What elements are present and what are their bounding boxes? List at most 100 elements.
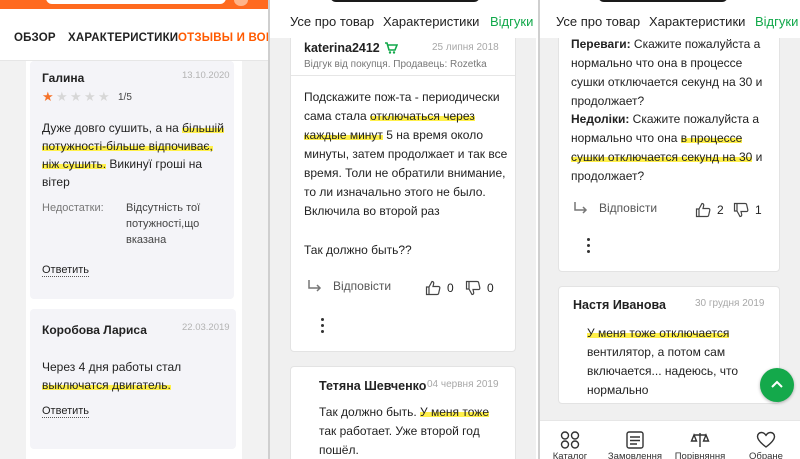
like-button[interactable]: 2: [695, 202, 724, 218]
scroll-to-top-button[interactable]: [760, 368, 794, 402]
orange-header: [0, 0, 268, 9]
nav-label: Порівняння: [674, 451, 726, 459]
left-screenshot-panel: ОБЗОР ХАРАКТЕРИСТИКИ ОТЗЫВЫ И ВОПРОСЫ Га…: [0, 0, 268, 459]
answer-link[interactable]: Ответить: [42, 405, 90, 418]
star-icon: ★: [42, 89, 54, 104]
tab-characteristics[interactable]: Характеристики: [649, 14, 745, 29]
review-source: Відгук від покупця. Продавець: Rozetka: [304, 59, 487, 70]
pros-label: Переваги:: [571, 37, 631, 51]
highlighted-text: У меня тоже: [420, 405, 489, 419]
star-icon: ★: [84, 89, 96, 104]
review-text: Дуже довго сушить, а на більшій потужнос…: [42, 119, 228, 191]
middle-screenshot-panel: katerina2412 25 липня 2018 Відгук від по…: [268, 0, 536, 459]
nav-catalog[interactable]: Каталог: [540, 421, 600, 459]
star-icon: ★: [98, 89, 110, 104]
right-screenshot-panel: Переваги: Скажите пожалуйста а нормально…: [538, 0, 800, 459]
like-button[interactable]: 0: [425, 280, 454, 296]
review-card: katerina2412 25 липня 2018 Відгук від по…: [290, 26, 516, 352]
highlighted-text: У меня тоже отключается: [587, 326, 730, 340]
reply-label: Відповісти: [599, 201, 658, 215]
chevron-up-icon: [771, 380, 783, 388]
reply-button[interactable]: Відповісти: [573, 201, 657, 215]
product-tabs: ОБЗОР ХАРАКТЕРИСТИКИ ОТЗЫВЫ И ВОПРОСЫ: [0, 9, 268, 61]
reply-text-part: Так должно быть.: [319, 405, 421, 419]
status-bar-notch: [330, 0, 480, 2]
nav-compare[interactable]: Порівняння: [670, 421, 730, 459]
reviewer-name: Галина: [42, 71, 85, 85]
reviews-list: Галина 13.10.2020 ★ ★ ★ ★ ★ 1/5 Дуже дов…: [26, 61, 242, 459]
dislike-count: 1: [755, 203, 762, 217]
nav-orders[interactable]: Замовлення: [605, 421, 665, 459]
more-vertical-icon[interactable]: [587, 238, 591, 256]
reply-card: Тетяна Шевченко 04 червня 2019 Так должн…: [290, 366, 516, 459]
dislike-button[interactable]: 0: [465, 280, 494, 296]
tab-characteristics[interactable]: ХАРАКТЕРИСТИКИ: [68, 32, 178, 44]
review-text: Подскажите пож-та - периодически сама ст…: [304, 88, 508, 221]
pros-text: Переваги: Скажите пожалуйста а нормально…: [571, 35, 771, 111]
reply-arrow-icon: [308, 280, 322, 292]
nav-label: Каталог: [552, 451, 588, 459]
nav-favorites[interactable]: Обране: [736, 421, 796, 459]
tab-all-about-product[interactable]: Усе про товар: [290, 14, 374, 29]
verified-buyer-icon: [385, 42, 398, 54]
reply-text: Так должно быть. У меня тоже так работае…: [319, 403, 503, 459]
reply-text-part: так работает. Уже второй год пошёл.: [319, 424, 480, 457]
reply-author: Настя Иванова: [573, 298, 666, 312]
thumbs-down-icon: [733, 202, 749, 218]
nav-label: Замовлення: [607, 451, 663, 459]
like-count: 0: [447, 281, 454, 295]
more-vertical-icon[interactable]: [321, 318, 325, 336]
reply-text-part: вентилятор, а потом сам включается... на…: [587, 345, 739, 397]
star-icon: ★: [70, 89, 82, 104]
review-text: Через 4 дня работы стал выключатся двига…: [42, 358, 228, 394]
reply-author: Тетяна Шевченко: [319, 379, 427, 393]
thumbs-down-icon: [465, 280, 481, 296]
star-icon: ★: [56, 89, 68, 104]
rating-value: 1/5: [118, 92, 132, 103]
tab-all-about-product[interactable]: Усе про товар: [556, 14, 640, 29]
cons-text: Недоліки: Скажите пожалуйста а нормально…: [571, 110, 771, 186]
tab-reviews[interactable]: Відгуки: [490, 14, 533, 29]
tab-overview[interactable]: ОБЗОР: [14, 32, 56, 44]
tab-reviews[interactable]: ОТЗЫВЫ И ВОПРОСЫ: [178, 32, 268, 44]
tab-characteristics[interactable]: Характеристики: [383, 14, 479, 29]
review-date: 13.10.2020: [182, 70, 230, 81]
header-avatar[interactable]: [234, 0, 248, 6]
review-text-part: Через 4 дня работы стал: [42, 360, 182, 374]
favorite-heart-icon: [756, 431, 776, 448]
catalog-grid-icon: [560, 431, 580, 449]
search-bar[interactable]: [46, 0, 226, 4]
reviewer-name: katerina2412: [304, 41, 380, 55]
cons-label: Недоліки:: [571, 112, 630, 126]
review-card: Галина 13.10.2020 ★ ★ ★ ★ ★ 1/5 Дуже дов…: [30, 61, 234, 299]
dislike-button[interactable]: 1: [733, 202, 762, 218]
like-count: 2: [717, 203, 724, 217]
tab-reviews[interactable]: Відгуки: [755, 14, 798, 29]
review-question: Так должно быть??: [304, 243, 412, 257]
reply-card: Настя Иванова 30 грудня 2019 У меня тоже…: [558, 286, 780, 404]
review-card: Коробова Лариса 22.03.2019 Через 4 дня р…: [30, 309, 236, 449]
highlighted-text: выключатся двигатель.: [42, 378, 171, 392]
dislike-count: 0: [487, 281, 494, 295]
status-bar-notch: [598, 0, 728, 2]
reply-date: 30 грудня 2019: [695, 298, 765, 309]
reply-label: Відповісти: [333, 279, 392, 293]
nav-label: Обране: [749, 451, 783, 459]
review-text-part: Дуже довго сушить, а на: [42, 121, 183, 135]
divider: [291, 75, 515, 76]
compare-scales-icon: [690, 433, 710, 447]
answer-link[interactable]: Ответить: [42, 264, 90, 277]
reviewer-name: Коробова Лариса: [42, 323, 147, 337]
reply-button[interactable]: Відповісти: [307, 279, 391, 293]
rating-stars: ★ ★ ★ ★ ★: [42, 89, 110, 104]
reply-arrow-icon: [574, 202, 588, 214]
bottom-navigation: Каталог Замовлення Порівняння Обране: [540, 420, 800, 459]
review-date: 25 липня 2018: [432, 42, 499, 53]
reply-date: 04 червня 2019: [427, 379, 499, 390]
reply-text: У меня тоже отключается вентилятор, а по…: [587, 324, 773, 400]
review-date: 22.03.2019: [182, 322, 230, 333]
cons-label: Недостатки:: [42, 202, 104, 214]
cons-value: Відсутність тої потужності,що вказана: [126, 202, 201, 246]
orders-list-icon: [626, 431, 644, 449]
thumbs-up-icon: [425, 280, 441, 296]
